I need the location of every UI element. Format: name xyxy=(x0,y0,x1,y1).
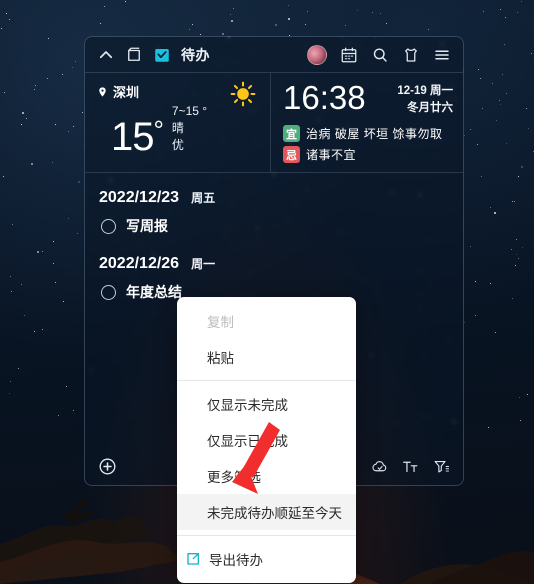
degree-symbol: ° xyxy=(153,114,164,145)
task-weekday: 周五 xyxy=(191,191,216,205)
add-circle-icon[interactable] xyxy=(98,457,117,476)
menu-separator xyxy=(177,380,356,381)
almanac-badge-yi: 宜 xyxy=(283,125,300,143)
almanac-row-yi: 宜 治病 破屋 坏垣 馀事勿取 xyxy=(283,125,453,143)
task-label: 写周报 xyxy=(126,218,168,234)
menu-separator xyxy=(177,535,356,536)
skin-shirt-icon[interactable] xyxy=(402,46,420,64)
weather-city: 深圳 xyxy=(113,85,140,100)
chevron-up-icon[interactable] xyxy=(97,46,115,64)
task-date: 2022/12/26 xyxy=(99,255,180,272)
weather-panel[interactable]: 深圳 15° 7~15 ° 晴 优 xyxy=(85,73,271,172)
cloud-sync-icon[interactable] xyxy=(371,458,388,475)
menu-item-export-todo[interactable]: 导出待办 xyxy=(177,541,356,577)
menu-item-more-filters[interactable]: 更多筛选 xyxy=(177,458,356,494)
todo-checkbox-icon[interactable] xyxy=(153,46,171,64)
search-icon[interactable] xyxy=(371,46,389,64)
menu-item-copy: 复制 xyxy=(207,315,234,330)
location-pin-icon xyxy=(97,85,108,99)
almanac-row-ji: 忌 诸事不宜 xyxy=(283,146,453,164)
almanac-text-ji: 诸事不宜 xyxy=(306,148,357,163)
temperature-range: 7~15 ° xyxy=(171,104,208,118)
clock-time: 16:38 xyxy=(283,79,366,116)
date-block: 12-19 周一 冬月廿六 xyxy=(397,81,453,116)
task-checkbox-icon[interactable] xyxy=(101,284,116,300)
sun-icon xyxy=(230,81,256,107)
widget-title: 待办 xyxy=(181,46,210,63)
widget-topbar: 待办 xyxy=(85,37,463,73)
almanac-block: 宜 治病 破屋 坏垣 馀事勿取 忌 诸事不宜 xyxy=(283,125,453,164)
task-weekday: 周一 xyxy=(191,257,216,271)
window-pin-icon[interactable] xyxy=(125,46,143,64)
task-checkbox-icon[interactable] xyxy=(101,218,116,234)
gregorian-date: 12-19 周一 xyxy=(397,85,453,97)
temperature-details: 7~15 ° 晴 优 xyxy=(172,103,207,157)
datetime-panel[interactable]: 16:38 12-19 周一 冬月廿六 宜 治病 破屋 坏垣 馀事勿取 忌 诸事… xyxy=(271,73,463,172)
calendar-icon[interactable] xyxy=(340,46,358,64)
weather-condition: 晴 xyxy=(171,121,184,136)
task-date-header: 2022/12/26 周一 xyxy=(85,249,463,277)
avatar[interactable] xyxy=(307,44,327,65)
task-date-header: 2022/12/23 周五 xyxy=(85,183,463,211)
menu-item-export-todo-label: 导出待办 xyxy=(209,553,263,568)
temperature-block: 15° 7~15 ° 晴 优 xyxy=(97,103,258,157)
task-row[interactable]: 写周报 xyxy=(85,211,463,241)
menu-item-show-complete-only[interactable]: 仅显示已完成 xyxy=(177,422,356,458)
datetime-top: 16:38 12-19 周一 冬月廿六 xyxy=(283,81,453,116)
filter-icon[interactable] xyxy=(433,458,450,475)
current-temperature: 15° xyxy=(111,114,164,159)
air-quality: 优 xyxy=(171,138,184,153)
temperature-value: 15 xyxy=(111,114,154,159)
almanac-text-yi: 治病 破屋 坏垣 馀事勿取 xyxy=(306,127,443,142)
info-row: 深圳 15° 7~15 ° 晴 优 16:38 12-19 周一 冬月廿六 宜 … xyxy=(85,73,463,173)
task-date: 2022/12/23 xyxy=(99,189,180,206)
menu-item-postpone-incomplete-to-today[interactable]: 未完成待办顺延至今天 xyxy=(177,494,356,530)
context-menu[interactable]: 复制 粘贴 仅显示未完成 仅显示已完成 更多筛选 未完成待办顺延至今天 导出待办 xyxy=(177,297,356,583)
text-format-icon[interactable] xyxy=(402,458,419,475)
hamburger-menu-icon[interactable] xyxy=(433,46,451,64)
export-icon xyxy=(185,551,201,567)
task-label: 年度总结 xyxy=(126,284,182,300)
menu-item-paste[interactable]: 粘贴 xyxy=(177,339,356,375)
menu-item-show-incomplete-only[interactable]: 仅显示未完成 xyxy=(177,386,356,422)
almanac-badge-ji: 忌 xyxy=(283,146,300,164)
lunar-date: 冬月廿六 xyxy=(407,101,453,114)
